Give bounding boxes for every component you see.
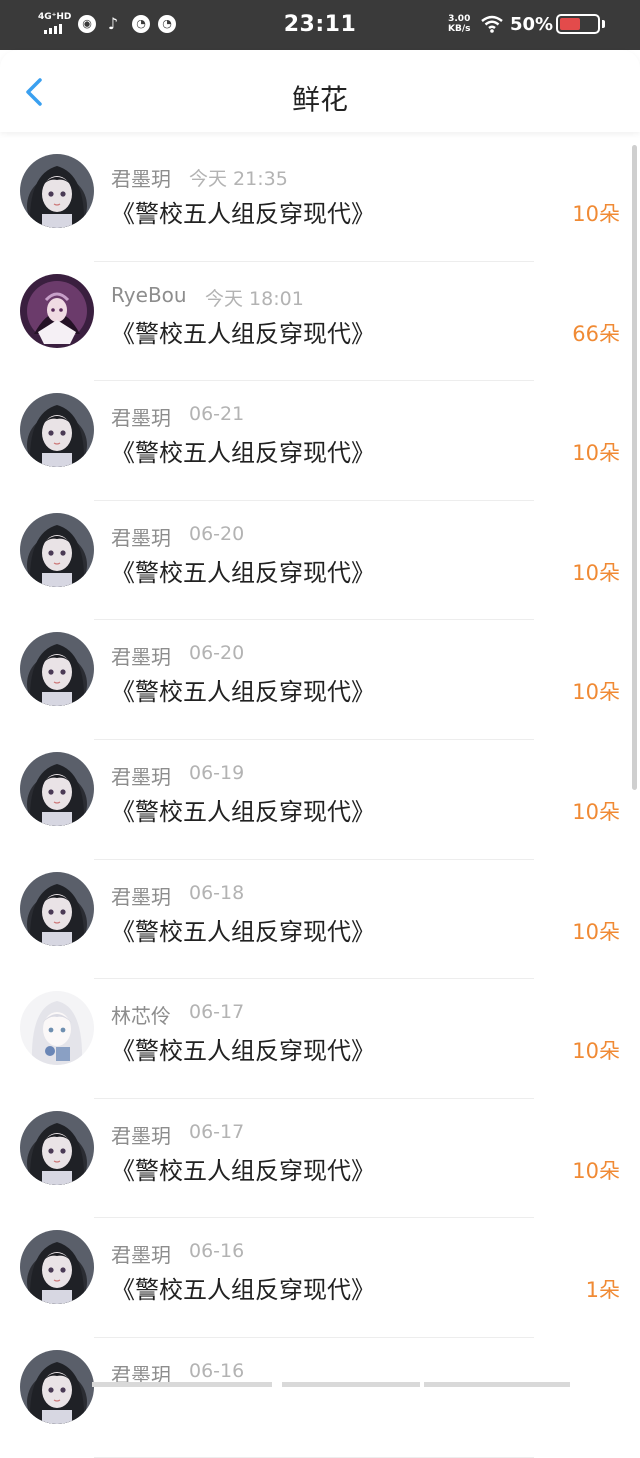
flower-count: 10朵	[572, 680, 620, 705]
book-title[interactable]: 《警校五人组反穿现代》	[111, 553, 375, 588]
status-bar: 4G⁺HD ◉ ♪ ◔ ◔ 23:11 3.00 KB/s 50%	[0, 0, 640, 50]
user-name[interactable]: 君墨玥	[111, 641, 171, 670]
book-title[interactable]: 《警校五人组反穿现代》	[111, 314, 375, 349]
home-indicator-right	[424, 1382, 570, 1387]
timestamp: 06-17	[189, 1120, 245, 1143]
nav-bar: 鲜花	[0, 50, 640, 132]
flower-count: 10朵	[572, 441, 620, 466]
avatar[interactable]	[20, 1230, 94, 1305]
book-title[interactable]: 《警校五人组反穿现代》	[111, 672, 375, 707]
user-name[interactable]: 君墨玥	[111, 1239, 171, 1268]
list-item[interactable]: 林芯伶 06-17 《警校五人组反穿现代》 10朵	[0, 979, 640, 1099]
user-name[interactable]: 君墨玥	[111, 402, 171, 431]
home-indicator-mid	[282, 1382, 420, 1387]
book-title[interactable]: 《警校五人组反穿现代》	[111, 194, 375, 229]
timestamp: 今天 18:01	[205, 287, 304, 310]
timestamp: 06-16	[189, 1359, 245, 1382]
flower-count: 10朵	[572, 919, 620, 944]
user-name[interactable]: 君墨玥	[111, 1120, 171, 1149]
page-title: 鲜花	[291, 83, 348, 116]
user-name[interactable]: 林芯伶	[111, 1000, 171, 1029]
user-name[interactable]: 君墨玥	[111, 522, 171, 551]
divider	[94, 1456, 534, 1458]
book-title[interactable]: 《警校五人组反穿现代》	[111, 792, 375, 827]
timestamp: 06-18	[189, 881, 245, 904]
list-item[interactable]: 君墨玥 06-20 《警校五人组反穿现代》 10朵	[0, 501, 640, 621]
list-item[interactable]: 君墨玥 06-18 《警校五人组反穿现代》 10朵	[0, 860, 640, 980]
timestamp: 06-20	[189, 522, 245, 545]
battery-icon	[556, 14, 600, 34]
list-item[interactable]: 君墨玥 06-16 《警校五人组反穿现代》 1朵	[0, 1218, 640, 1338]
avatar[interactable]	[20, 991, 94, 1066]
timestamp: 06-20	[189, 642, 245, 665]
timestamp: 06-17	[189, 1001, 245, 1024]
flower-count: 10朵	[572, 202, 620, 226]
book-title[interactable]: 《警校五人组反穿现代》	[111, 1151, 375, 1186]
avatar[interactable]	[20, 1110, 94, 1185]
timestamp: 今天 21:35	[189, 168, 288, 190]
flower-count: 10朵	[572, 1158, 620, 1183]
flower-count: 66朵	[572, 321, 620, 346]
speed-unit: KB/s	[448, 24, 471, 34]
user-name[interactable]: 君墨玥	[111, 881, 171, 910]
flower-count: 10朵	[572, 560, 620, 585]
book-title[interactable]: 《警校五人组反穿现代》	[111, 912, 375, 947]
list-item[interactable]: 君墨玥 06-17 《警校五人组反穿现代》 10朵	[0, 1099, 640, 1219]
battery-level	[560, 18, 580, 30]
flower-count: 10朵	[572, 1039, 620, 1064]
book-title[interactable]: 《警校五人组反穿现代》	[111, 433, 375, 468]
avatar[interactable]	[20, 393, 94, 468]
home-indicator-left	[92, 1382, 272, 1387]
network-speed: 3.00 KB/s	[448, 14, 470, 34]
list-item[interactable]: 君墨玥 06-20 《警校五人组反穿现代》 10朵	[0, 620, 640, 740]
user-name[interactable]: 君墨玥	[111, 761, 171, 790]
book-title[interactable]: 《警校五人组反穿现代》	[111, 1270, 375, 1305]
list-item[interactable]: 君墨玥 06-16	[0, 1338, 640, 1458]
flower-list: 君墨玥 今天 21:35 《警校五人组反穿现代》 10朵 RyeBou 今天 18:01 《…	[0, 142, 640, 1458]
avatar[interactable]	[20, 632, 94, 707]
wifi-icon	[481, 15, 503, 33]
battery-percent: 50%	[510, 14, 554, 35]
speed-value: 3.00	[448, 14, 471, 24]
avatar[interactable]	[20, 512, 94, 587]
avatar[interactable]	[20, 154, 94, 228]
list-item[interactable]: 君墨玥 06-21 《警校五人组反穿现代》 10朵	[0, 381, 640, 501]
user-name[interactable]: RyeBou	[111, 283, 187, 307]
list-item[interactable]: 君墨玥 今天 21:35 《警校五人组反穿现代》 10朵	[0, 142, 640, 262]
timestamp: 06-19	[189, 761, 245, 784]
avatar[interactable]	[20, 871, 94, 946]
timestamp: 06-21	[189, 403, 245, 426]
battery-cap	[602, 20, 605, 28]
flower-count: 10朵	[572, 799, 620, 824]
book-title[interactable]: 《警校五人组反穿现代》	[111, 1031, 375, 1066]
list-item[interactable]: 君墨玥 06-19 《警校五人组反穿现代》 10朵	[0, 740, 640, 860]
avatar[interactable]	[20, 751, 94, 826]
scrollbar[interactable]	[632, 145, 637, 790]
user-name[interactable]: 君墨玥	[111, 163, 171, 192]
flower-count: 1朵	[585, 1278, 620, 1303]
timestamp: 06-16	[189, 1240, 245, 1263]
list-item[interactable]: RyeBou 今天 18:01 《警校五人组反穿现代》 66朵	[0, 262, 640, 382]
avatar[interactable]	[20, 273, 94, 348]
